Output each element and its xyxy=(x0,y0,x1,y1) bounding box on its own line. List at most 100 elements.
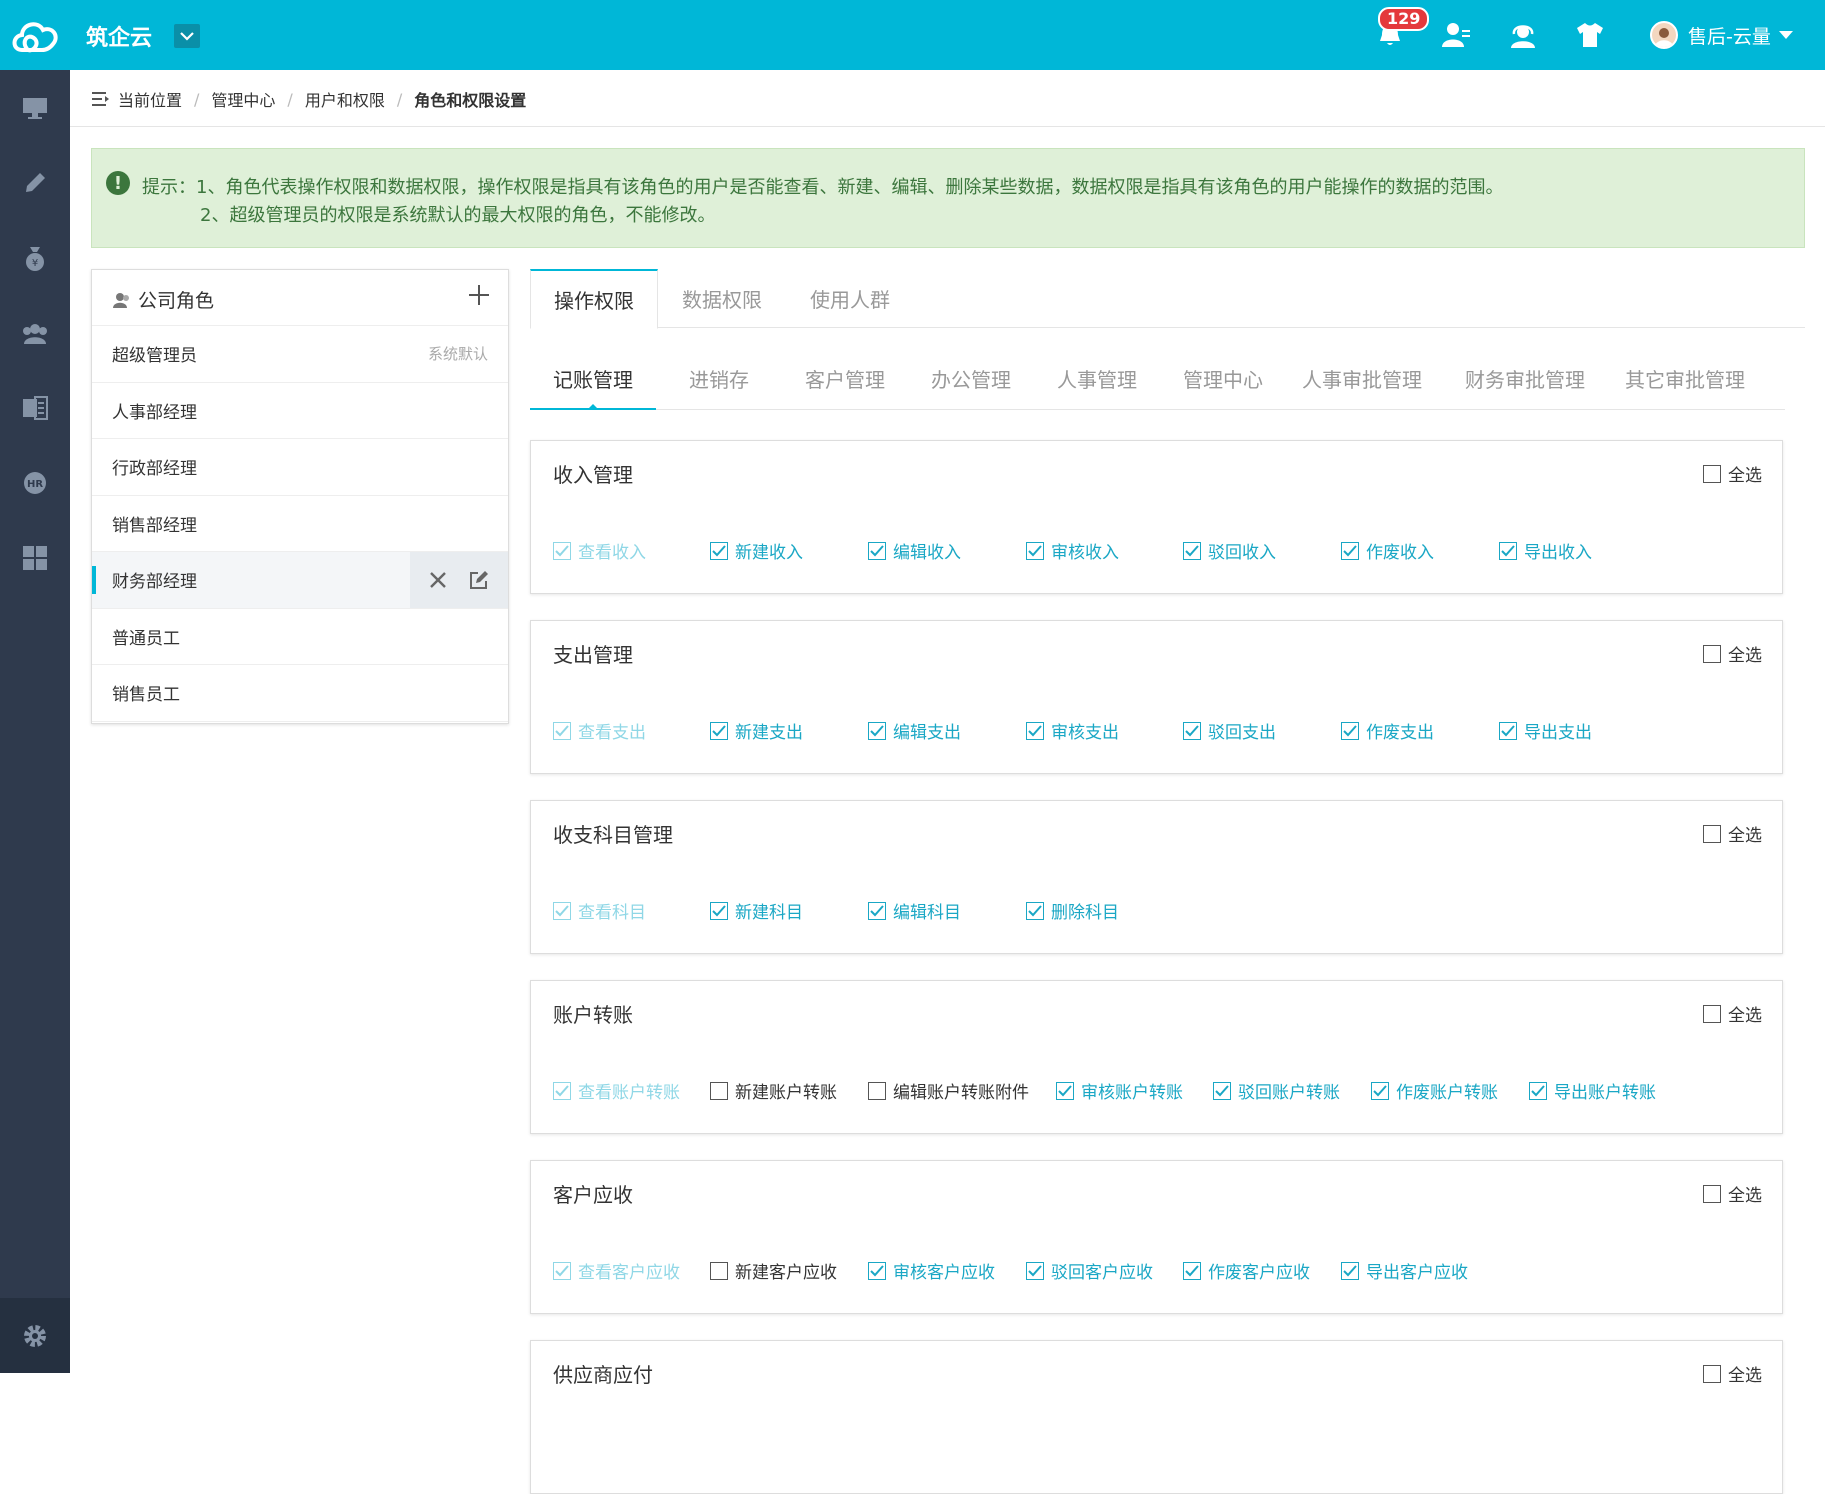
checkmark-icon xyxy=(1183,721,1201,740)
cloud-logo-icon[interactable] xyxy=(8,12,60,58)
permission-checkbox[interactable]: 驳回客户应收 xyxy=(1026,1258,1153,1283)
permission-label: 查看客户应收 xyxy=(578,1263,680,1283)
checkmark-icon xyxy=(1026,1261,1044,1280)
select-all-checkbox[interactable]: 全选 xyxy=(1703,1181,1762,1206)
role-item[interactable]: 财务部经理 xyxy=(92,552,508,609)
permission-checkbox[interactable]: 作废账户转账 xyxy=(1371,1078,1498,1103)
permission-label: 新建收入 xyxy=(735,543,803,563)
permission-checkbox[interactable]: 审核客户应收 xyxy=(868,1258,995,1283)
subtab-customer[interactable]: 客户管理 xyxy=(782,364,908,410)
permission-label: 审核账户转账 xyxy=(1081,1083,1183,1103)
permission-checkbox[interactable]: 删除科目 xyxy=(1026,898,1119,923)
subtab-inventory[interactable]: 进销存 xyxy=(656,364,782,410)
delete-x-icon[interactable] xyxy=(429,571,447,589)
sidebar-pencil-icon[interactable] xyxy=(0,158,70,208)
permission-label: 导出客户应收 xyxy=(1366,1263,1468,1283)
permission-checkbox[interactable]: 编辑账户转账附件 xyxy=(868,1078,1029,1103)
subtab-accounting[interactable]: 记账管理 xyxy=(530,364,656,410)
permission-label: 删除科目 xyxy=(1051,903,1119,923)
checkbox-box[interactable] xyxy=(1703,1004,1721,1023)
subtab-hr-approval[interactable]: 人事审批管理 xyxy=(1286,364,1438,410)
select-all-checkbox[interactable]: 全选 xyxy=(1703,821,1762,846)
permission-checkbox[interactable]: 审核账户转账 xyxy=(1056,1078,1183,1103)
permission-checkbox[interactable]: 新建客户应收 xyxy=(710,1258,837,1283)
role-actions xyxy=(410,552,508,608)
permission-checkbox[interactable]: 导出收入 xyxy=(1499,538,1592,563)
permission-checkbox[interactable]: 驳回账户转账 xyxy=(1213,1078,1340,1103)
sidebar-desktop-icon[interactable] xyxy=(0,83,70,133)
user-menu[interactable]: 售后-云量 xyxy=(1650,20,1793,50)
exclamation-icon: ! xyxy=(106,171,130,195)
role-name: 超级管理员 xyxy=(112,346,197,367)
support-icon[interactable] xyxy=(1508,20,1538,50)
subtab-admin-center[interactable]: 管理中心 xyxy=(1160,364,1286,410)
roles-title-text: 公司角色 xyxy=(138,290,215,312)
permission-label: 新建客户应收 xyxy=(735,1263,837,1283)
permission-checkbox[interactable]: 导出客户应收 xyxy=(1341,1258,1468,1283)
checkbox-box[interactable] xyxy=(1703,1184,1721,1203)
roles-title: 公司角色 xyxy=(112,286,214,313)
permission-checkbox[interactable]: 新建科目 xyxy=(710,898,803,923)
permission-checkbox[interactable]: 编辑支出 xyxy=(868,718,961,743)
permission-checkbox[interactable]: 驳回支出 xyxy=(1183,718,1276,743)
permission-checkbox[interactable]: 导出账户转账 xyxy=(1529,1078,1656,1103)
checkbox-box[interactable] xyxy=(1703,644,1721,663)
subtab-other-approval[interactable]: 其它审批管理 xyxy=(1605,364,1765,410)
role-item[interactable]: 人事部经理 xyxy=(92,383,508,439)
select-all-checkbox[interactable]: 全选 xyxy=(1703,1361,1762,1386)
tab-operation-permission[interactable]: 操作权限 xyxy=(530,269,658,329)
sidebar-hr-icon[interactable]: HR xyxy=(0,458,70,508)
permission-checkbox[interactable]: 驳回收入 xyxy=(1183,538,1276,563)
app-switch-dropdown[interactable] xyxy=(174,24,200,48)
role-item[interactable]: 行政部经理 xyxy=(92,439,508,496)
breadcrumb-item[interactable]: 用户和权限 xyxy=(305,87,385,111)
breadcrumb: 当前位置 / 管理中心 / 用户和权限 / 角色和权限设置 xyxy=(92,84,526,114)
permission-checkbox[interactable]: 审核收入 xyxy=(1026,538,1119,563)
permission-checkbox[interactable]: 作废支出 xyxy=(1341,718,1434,743)
select-all-checkbox[interactable]: 全选 xyxy=(1703,461,1762,486)
checkbox-box[interactable] xyxy=(1703,464,1721,483)
tab-data-permission[interactable]: 数据权限 xyxy=(658,269,786,328)
select-all-checkbox[interactable]: 全选 xyxy=(1703,641,1762,666)
role-item[interactable]: 超级管理员 系统默认 xyxy=(92,326,508,383)
sidebar-customers-icon[interactable] xyxy=(0,308,70,358)
subtab-finance-approval[interactable]: 财务审批管理 xyxy=(1445,364,1605,410)
edit-icon[interactable] xyxy=(469,570,489,590)
permission-checkbox[interactable]: 新建账户转账 xyxy=(710,1078,837,1103)
role-name: 人事部经理 xyxy=(112,402,197,423)
permission-checkbox[interactable]: 编辑科目 xyxy=(868,898,961,923)
subtab-hr[interactable]: 人事管理 xyxy=(1034,364,1160,410)
permission-label: 导出支出 xyxy=(1524,723,1592,743)
sidebar-apps-grid-icon[interactable] xyxy=(0,533,70,583)
tip-line-2: 2、超级管理员的权限是系统默认的最大权限的角色，不能修改。 xyxy=(200,205,716,226)
checkbox-box[interactable] xyxy=(1703,824,1721,843)
permission-checkbox[interactable]: 审核支出 xyxy=(1026,718,1119,743)
settings-gear-icon[interactable] xyxy=(0,1298,70,1373)
role-item[interactable]: 普通员工 xyxy=(92,609,508,665)
sidebar-office-icon[interactable] xyxy=(0,383,70,433)
subtab-office[interactable]: 办公管理 xyxy=(908,364,1034,410)
add-role-button[interactable] xyxy=(468,282,490,312)
select-all-checkbox[interactable]: 全选 xyxy=(1703,1001,1762,1026)
contacts-icon[interactable] xyxy=(1441,20,1471,50)
permission-section: 支出管理 全选 查看支出 新建支出 编辑支出 审核支出 驳回支出 作废支出 导出支出 xyxy=(530,620,1783,774)
role-item[interactable]: 销售部经理 xyxy=(92,496,508,552)
permission-label: 新建账户转账 xyxy=(735,1083,837,1103)
chevron-down-icon xyxy=(180,32,194,41)
skin-shirt-icon[interactable] xyxy=(1575,20,1605,50)
checkbox-box[interactable] xyxy=(1703,1364,1721,1383)
tab-user-groups[interactable]: 使用人群 xyxy=(786,269,914,328)
sidebar-money-bag-icon[interactable]: ¥ xyxy=(0,233,70,283)
permission-checkbox[interactable]: 作废收入 xyxy=(1341,538,1434,563)
role-name: 销售部经理 xyxy=(112,515,197,536)
permission-checkbox[interactable]: 导出支出 xyxy=(1499,718,1592,743)
select-all-label: 全选 xyxy=(1728,1006,1762,1026)
breadcrumb-item[interactable]: 管理中心 xyxy=(211,87,275,111)
permission-checkbox[interactable]: 作废客户应收 xyxy=(1183,1258,1310,1283)
location-menu-icon xyxy=(92,92,109,106)
permission-checkbox[interactable]: 新建支出 xyxy=(710,718,803,743)
permission-checkbox[interactable]: 编辑收入 xyxy=(868,538,961,563)
role-item[interactable]: 销售员工 xyxy=(92,665,508,722)
permission-checkbox[interactable]: 新建收入 xyxy=(710,538,803,563)
checkmark-icon xyxy=(868,541,886,560)
